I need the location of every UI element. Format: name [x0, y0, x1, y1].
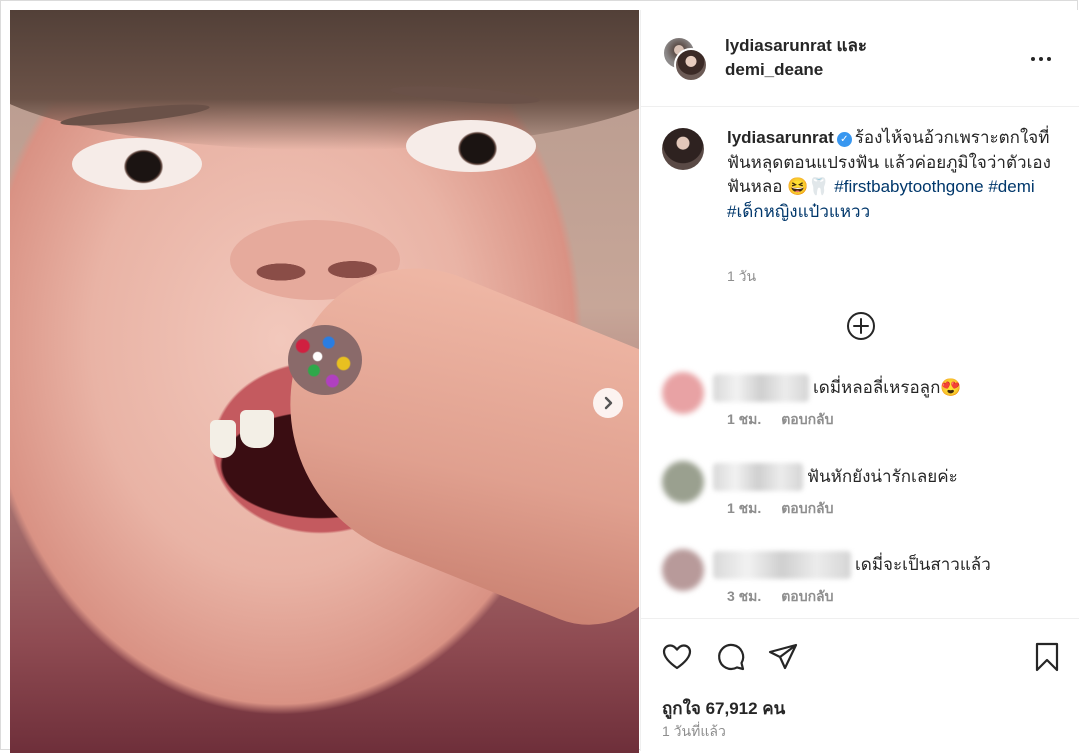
like-button[interactable] — [661, 641, 693, 673]
more-icon — [1039, 57, 1043, 61]
avatar[interactable] — [662, 372, 704, 414]
avatar[interactable] — [662, 549, 704, 591]
comment-time: 1 ชม. — [727, 500, 762, 516]
comment-meta: 3 ชม. ตอบกลับ — [727, 586, 834, 608]
avatar[interactable] — [662, 128, 704, 170]
photo-detail — [240, 410, 274, 448]
comment-icon — [718, 643, 745, 671]
comment-button[interactable] — [715, 641, 747, 673]
caption-timestamp: 1 วัน — [727, 268, 757, 284]
avatar[interactable] — [662, 461, 704, 503]
reply-button[interactable]: ตอบกลับ — [781, 411, 833, 427]
post-header: lydiasarunrat และ demi_deane — [641, 10, 1079, 107]
more-options-button[interactable] — [1031, 54, 1057, 64]
collab-avatars[interactable] — [662, 36, 708, 82]
post-timestamp: 1 วันที่แล้ว — [662, 723, 726, 739]
chevron-right-icon — [604, 396, 613, 410]
post-side-panel: lydiasarunrat และ demi_deane lydiasarunr… — [640, 10, 1079, 751]
load-more-comments-button[interactable] — [845, 310, 877, 342]
reply-button[interactable]: ตอบกลับ — [781, 588, 833, 604]
author-line[interactable]: demi_deane — [725, 60, 823, 79]
comment-meta: 1 ชม. ตอบกลับ — [727, 498, 834, 520]
comment-time: 3 ชม. — [727, 588, 762, 604]
heart-icon — [662, 644, 692, 670]
bookmark-button[interactable] — [1031, 641, 1063, 673]
avatar — [674, 48, 708, 82]
likes-count[interactable]: ถูกใจ 67,912 คน — [662, 695, 785, 722]
comment-username-blurred[interactable] — [713, 551, 851, 579]
more-icon — [1031, 57, 1035, 61]
post-actions: ถูกใจ 67,912 คน 1 วันที่แล้ว — [641, 618, 1079, 752]
instagram-post-window: lydiasarunrat และ demi_deane lydiasarunr… — [0, 0, 1079, 753]
author-line[interactable]: lydiasarunrat และ — [725, 36, 867, 55]
bookmark-icon — [1035, 642, 1059, 672]
post-photo[interactable] — [10, 10, 639, 753]
photo-detail — [72, 138, 202, 190]
comment-text: เดมี่หลอลี่เหรอลูก😍 — [813, 378, 962, 397]
comment-meta: 1 ชม. ตอบกลับ — [727, 409, 834, 431]
more-icon — [1047, 57, 1051, 61]
comment-text: ฟันหักยังน่ารักเลยค่ะ — [807, 467, 958, 486]
share-button[interactable] — [767, 641, 799, 673]
comment-item: เดมี่จะเป็นสาวแล้ว 3 ชม. ตอบกลับ — [641, 549, 1079, 619]
comment-username-blurred[interactable] — [713, 374, 809, 402]
photo-detail — [406, 120, 536, 172]
caption-text: lydiasarunrat ✓ ร้องไห้จนอ้วกเพราะตกใจที่ฟ… — [727, 126, 1057, 224]
caption-username[interactable]: lydiasarunrat — [727, 128, 834, 147]
photo-detail — [210, 420, 236, 458]
comment-time: 1 ชม. — [727, 411, 762, 427]
comment-item: ฟันหักยังน่ารักเลยค่ะ 1 ชม. ตอบกลับ — [641, 461, 1079, 531]
share-icon — [768, 643, 798, 670]
add-circle-icon — [847, 312, 875, 340]
verified-icon: ✓ — [836, 132, 852, 147]
comment-text: เดมี่จะเป็นสาวแล้ว — [855, 555, 991, 574]
photo-hair — [10, 10, 639, 150]
photo-detail — [288, 325, 362, 395]
next-photo-button[interactable] — [593, 388, 623, 418]
reply-button[interactable]: ตอบกลับ — [781, 500, 833, 516]
post-authors[interactable]: lydiasarunrat และ demi_deane — [725, 34, 867, 82]
comment-item: เดมี่หลอลี่เหรอลูก😍 1 ชม. ตอบกลับ — [641, 372, 1079, 442]
comment-username-blurred[interactable] — [713, 463, 803, 491]
